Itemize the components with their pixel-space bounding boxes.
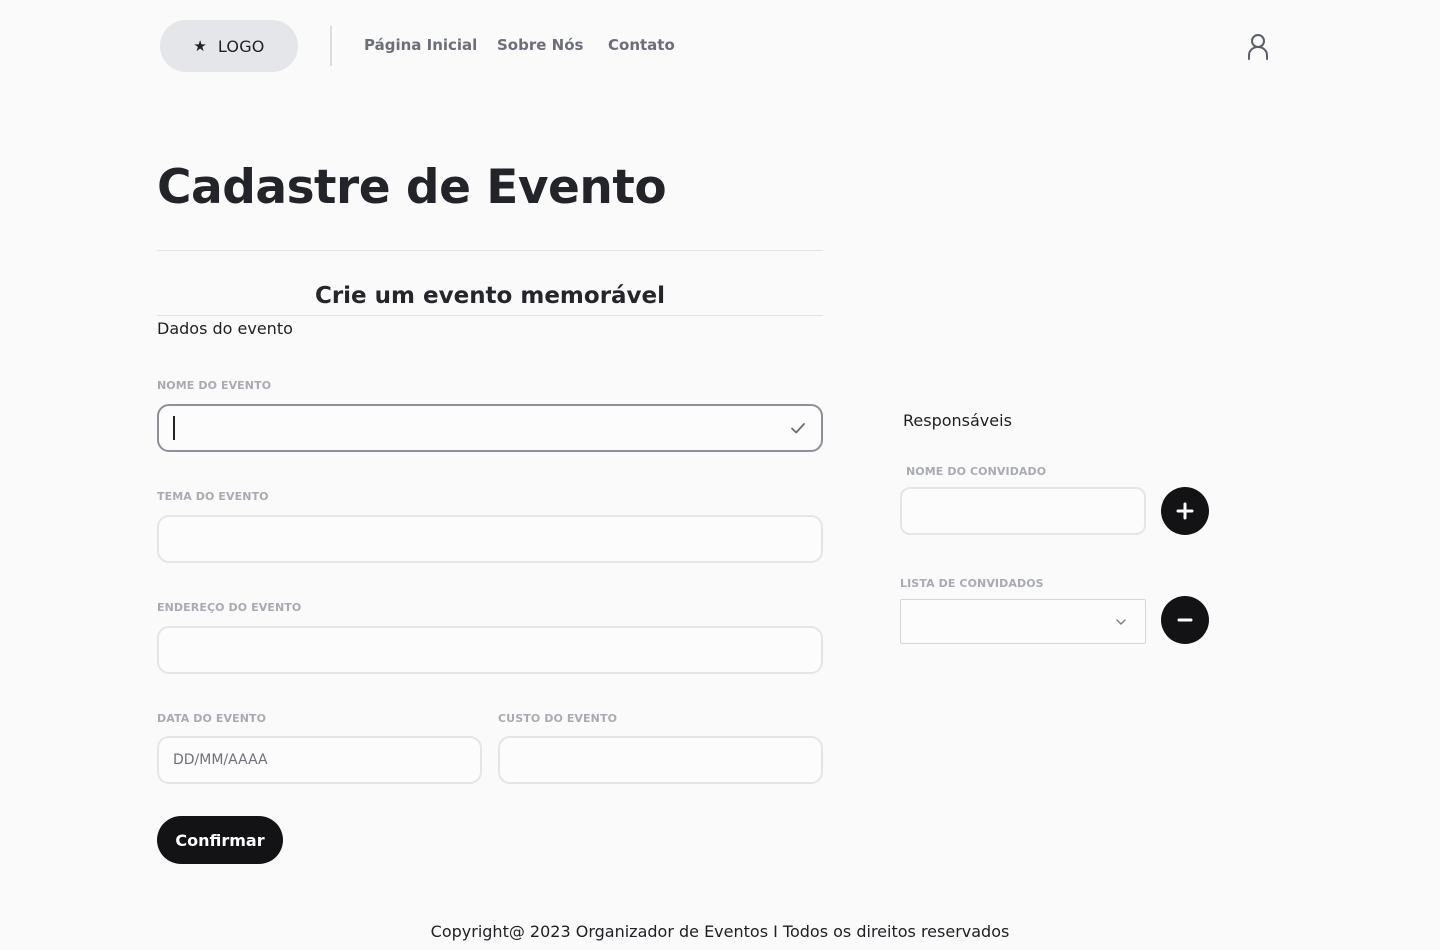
star-icon: ★ [193,36,207,55]
event-date-label: DATA DO EVENTO [157,712,267,725]
chevron-down-icon [1116,618,1126,625]
page-title: Cadastre de Evento [157,160,667,215]
event-address-label: ENDEREÇO DO EVENTO [157,601,302,614]
title-divider [157,250,823,251]
nav-link-about[interactable]: Sobre Nós [497,36,583,54]
event-cost-label: CUSTO DO EVENTO [498,712,618,725]
nav-link-contact[interactable]: Contato [608,36,675,54]
remove-guest-button[interactable] [1161,596,1209,644]
guest-name-label: NOME DO CONVIDADO [906,465,1047,478]
nav-link-home[interactable]: Página Inicial [364,36,477,54]
logo-label: LOGO [217,36,265,56]
plus-icon [1176,502,1194,520]
event-theme-field[interactable] [157,515,823,563]
guest-list-select[interactable] [900,599,1146,644]
guest-name-input[interactable] [900,487,1146,535]
guest-list-label: LISTA DE CONVIDADOS [900,577,1044,590]
event-name-input[interactable] [175,406,789,450]
subtitle-divider [157,315,823,316]
logo-button[interactable]: ★ LOGO [160,20,298,72]
section-event-data: Dados do evento [157,319,293,338]
minus-icon [1177,618,1193,622]
event-date-input[interactable] [173,738,466,782]
event-cost-field[interactable] [498,736,823,784]
event-date-field[interactable] [157,736,482,784]
event-address-input[interactable] [173,628,807,672]
event-address-field[interactable] [157,626,823,674]
event-name-field[interactable] [157,404,823,452]
header-divider [330,26,332,66]
event-theme-input[interactable] [173,517,807,561]
add-guest-button[interactable] [1161,487,1209,535]
confirm-button[interactable]: Confirmar [157,816,283,864]
footer-copyright: Copyright@ 2023 Organizador de Eventos I… [430,922,1010,941]
page-subtitle: Crie um evento memorável [314,283,666,309]
check-icon [791,423,805,434]
user-icon[interactable] [1246,32,1270,60]
event-cost-input[interactable] [514,738,807,782]
section-responsibles: Responsáveis [903,411,1012,430]
event-name-label: NOME DO EVENTO [157,379,272,392]
event-theme-label: TEMA DO EVENTO [157,490,269,503]
